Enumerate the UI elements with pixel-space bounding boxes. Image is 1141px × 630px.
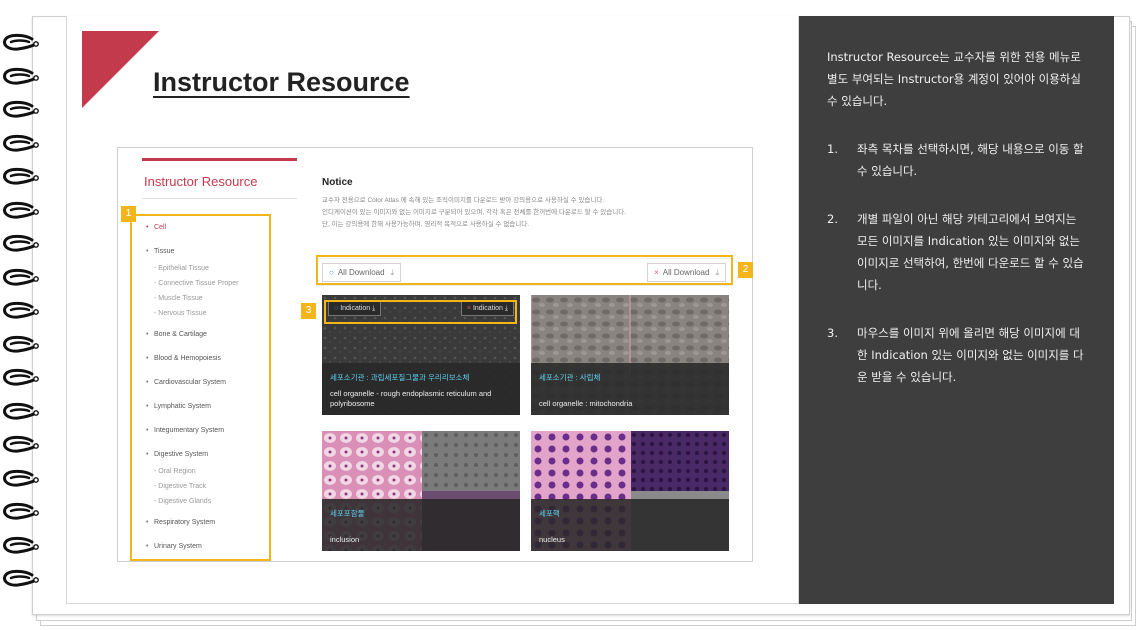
tile-caption-en: inclusion	[330, 535, 360, 544]
callout-1-badge: 1	[121, 206, 136, 222]
binding-ring	[2, 301, 42, 321]
binding-ring	[2, 167, 42, 187]
callout-2-highlight	[316, 255, 733, 285]
binding-ring	[2, 100, 42, 120]
binding-ring	[2, 469, 42, 489]
image-tile-mitochondria[interactable]: 세포소기관 : 사립체 cell organelle : mitochondri…	[531, 295, 729, 415]
callout-3-badge: 3	[301, 303, 316, 319]
corner-accent	[82, 31, 159, 108]
panel-item-2: 2. 개별 파일이 아닌 해당 카테고리에서 보여지는 모든 이미지를 Indi…	[827, 208, 1084, 296]
binding-ring	[2, 234, 42, 254]
notice-title: Notice	[322, 177, 353, 188]
binding-ring	[2, 502, 42, 522]
sidebar-divider	[142, 198, 297, 199]
page-title: Instructor Resource	[153, 67, 410, 97]
tile-caption-ko: 세포소기관 : 과립세포질그물과 우리리보소체	[330, 373, 470, 382]
binding-ring	[2, 569, 42, 589]
panel-item-3: 3. 마우스를 이미지 위에 올리면 해당 이미지에 대한 Indication…	[827, 322, 1084, 388]
tile-caption-en: cell organelle : mitochondria	[539, 399, 633, 408]
panel-item-number: 2.	[827, 212, 838, 226]
tile-caption-en: nucleus	[539, 535, 565, 544]
binding-ring	[2, 201, 42, 221]
binding-ring	[2, 33, 42, 53]
tile-caption-ko: 세포핵	[539, 509, 560, 518]
document-page: Instructor Resource Instructor Resource …	[0, 0, 1141, 630]
binding-ring	[2, 368, 42, 388]
image-tile-inclusion[interactable]: 세포포함물 inclusion	[322, 431, 520, 551]
notice-text: 교수자 전용으로 Color Atlas 에 속해 있는 조직이미지를 다운로드…	[322, 195, 722, 231]
panel-item-number: 1.	[827, 142, 838, 156]
tile-caption-ko: 세포포함물	[330, 509, 365, 518]
panel-intro: Instructor Resource는 교수자를 위한 전용 메뉴로 별도 부…	[827, 50, 1081, 108]
notice-line: 단, 이는 강의용에 한해 사용가능하며, 영리적 목적으로 사용하실 수 없습…	[322, 221, 530, 228]
description-panel: Instructor Resource는 교수자를 위한 전용 메뉴로 별도 부…	[799, 16, 1114, 604]
panel-item-text: 마우스를 이미지 위에 올리면 해당 이미지에 대한 Indication 있는…	[857, 326, 1084, 384]
binding-ring	[2, 67, 42, 87]
binding-ring	[2, 435, 42, 455]
image-tile-nucleus[interactable]: 세포핵 nucleus	[531, 431, 729, 551]
tile-caption-en: cell organelle - rough endoplasmic retic…	[330, 389, 492, 408]
sidebar-title: Instructor Resource	[144, 174, 258, 189]
panel-item-number: 3.	[827, 326, 838, 340]
binding-ring	[2, 268, 42, 288]
binding-ring	[2, 134, 42, 154]
binding-ring	[2, 335, 42, 355]
notice-line: 인디케이션이 있는 이미지와 없는 이미지로 구분되어 있으며, 각각 혹은 전…	[322, 209, 626, 216]
callout-2-badge: 2	[738, 262, 753, 278]
notice-line: 교수자 전용으로 Color Atlas 에 속해 있는 조직이미지를 다운로드…	[322, 197, 605, 204]
binding-ring	[2, 402, 42, 422]
callout-3-highlight	[324, 300, 517, 324]
panel-item-text: 개별 파일이 아닌 해당 카테고리에서 보여지는 모든 이미지를 Indicat…	[857, 212, 1084, 292]
panel-item-1: 1. 좌측 목차를 선택하시면, 해당 내용으로 이동 할 수 있습니다.	[827, 138, 1084, 182]
tile-caption-ko: 세포소기관 : 사립체	[539, 373, 601, 382]
callout-1-highlight	[130, 214, 271, 561]
binding-ring	[2, 536, 42, 556]
sidebar-accent-bar	[142, 158, 297, 161]
panel-item-text: 좌측 목차를 선택하시면, 해당 내용으로 이동 할 수 있습니다.	[857, 142, 1084, 178]
